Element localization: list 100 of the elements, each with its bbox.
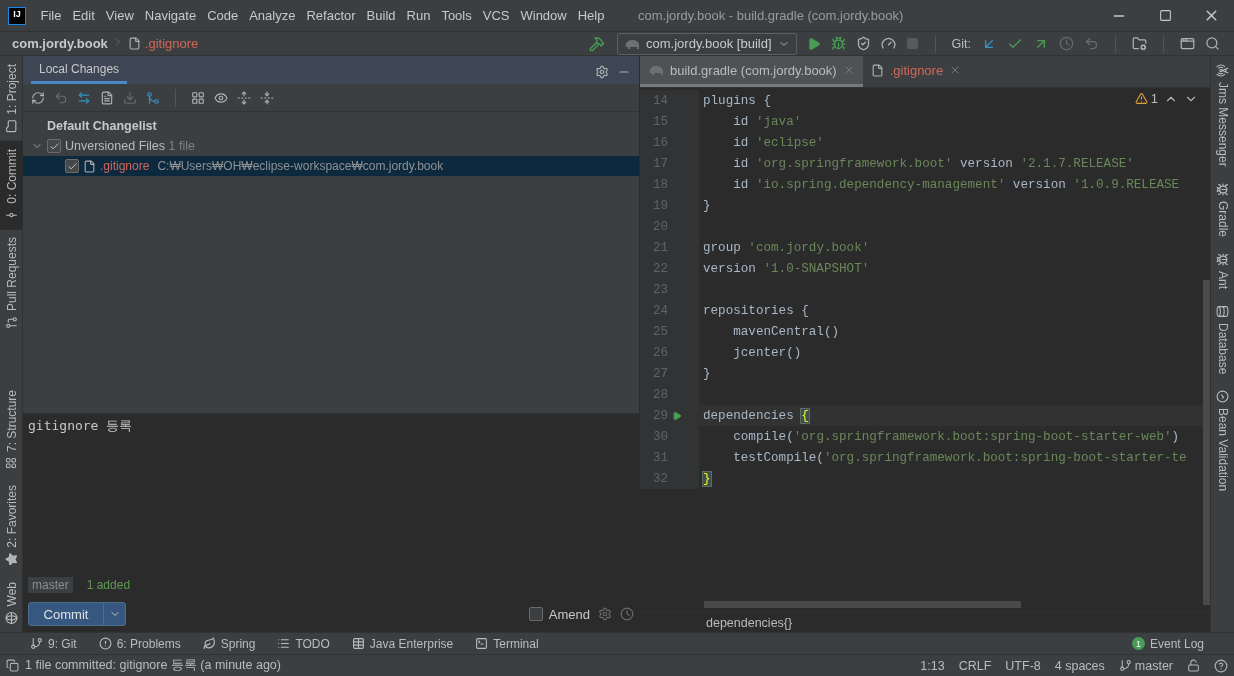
amend-label: Amend — [548, 606, 590, 622]
clock-icon[interactable] — [1059, 36, 1074, 51]
download-icon[interactable] — [123, 90, 137, 105]
git-label: Git: — [951, 36, 971, 51]
code-line: compile('org.springframework.boot:spring-boot-starter-web') — [732, 429, 1180, 444]
editor-tab[interactable]: .gitignore — [862, 56, 970, 87]
run-icon[interactable] — [806, 36, 821, 51]
checkbox[interactable] — [47, 139, 61, 153]
menu-item[interactable]: Tools — [435, 8, 478, 23]
menu-item[interactable]: Help — [572, 8, 610, 23]
menu-item[interactable]: Refactor — [300, 8, 362, 23]
tool-window-tab[interactable]: 2: Favorites — [0, 476, 23, 574]
leaf-icon — [202, 637, 216, 650]
grid-icon — [5, 456, 18, 469]
help-icon[interactable] — [1214, 658, 1228, 673]
shield-icon[interactable] — [855, 36, 871, 51]
folder-icon[interactable] — [1132, 36, 1147, 51]
checkbox[interactable] — [65, 159, 79, 173]
tool-window-tab[interactable]: Bean Validation — [1211, 382, 1234, 500]
settings-icon[interactable] — [595, 65, 609, 79]
window-icon[interactable] — [1180, 36, 1195, 51]
code-line: testCompile('org.springframework.boot:spring-boot-starter-te — [732, 450, 1187, 465]
menu-item[interactable]: File — [35, 8, 67, 23]
scrollbar[interactable] — [704, 601, 1021, 608]
hammer-icon[interactable] — [589, 35, 606, 52]
commit-message-field[interactable]: gitignore 등록 — [23, 414, 639, 574]
warning-count[interactable]: 1 — [1134, 91, 1158, 106]
panel-icon — [6, 659, 19, 672]
code-line: mavenCentral() — [732, 324, 840, 339]
tool-window-button[interactable]: TODO — [277, 636, 330, 651]
antenna-icon — [1216, 64, 1229, 77]
amend-checkbox[interactable] — [528, 607, 543, 621]
branch-icon — [1118, 659, 1132, 672]
gauge-icon[interactable] — [880, 36, 896, 51]
tool-window-tab[interactable]: Gradle — [1211, 174, 1234, 245]
bug-icon[interactable] — [830, 36, 846, 51]
scrollbar[interactable] — [1203, 280, 1210, 605]
tool-window-tab[interactable]: Web — [0, 573, 23, 632]
tool-window-button[interactable]: 6: Problems — [98, 636, 181, 651]
line-separator[interactable]: CRLF — [958, 658, 992, 673]
code-line: group 'com.jordy.book' — [702, 240, 870, 255]
tool-window-button[interactable]: Spring — [202, 636, 256, 651]
table-icon — [351, 637, 365, 650]
menu-item[interactable]: Code — [201, 8, 244, 23]
git-branch[interactable]: master — [1134, 658, 1173, 673]
tool-window-tab[interactable]: Pull Requests — [0, 229, 23, 338]
event-log-button[interactable]: 1 Event Log — [1131, 636, 1204, 651]
menu-item[interactable]: Edit — [66, 8, 101, 23]
menu-item[interactable]: VCS — [477, 8, 515, 23]
settings-icon[interactable] — [598, 607, 612, 621]
commit-button[interactable]: Commit — [29, 603, 103, 625]
code-line: } — [702, 366, 711, 381]
tool-window-button[interactable]: Terminal — [475, 636, 539, 651]
tool-window-tab[interactable]: 0: Commit — [0, 140, 23, 230]
menu-item[interactable]: Build — [361, 8, 401, 23]
code-breadcrumb[interactable]: dependencies{} — [706, 615, 793, 630]
tool-window-tab[interactable]: Jms Messenger — [1211, 56, 1234, 175]
eye-icon[interactable] — [214, 90, 228, 105]
undo-icon[interactable] — [54, 90, 68, 105]
editor-tab[interactable]: build.gradle (com.jordy.book) — [640, 56, 863, 87]
menu-item[interactable]: View — [100, 8, 140, 23]
tool-window-tab[interactable]: Ant — [1211, 244, 1234, 297]
collapse-icon[interactable] — [260, 90, 274, 105]
search-icon[interactable] — [1205, 36, 1220, 51]
menu-item[interactable]: Run — [401, 8, 436, 23]
refresh-icon[interactable] — [31, 90, 45, 105]
tool-window-tab[interactable]: 7: Structure — [0, 381, 23, 477]
expand-icon[interactable] — [237, 90, 251, 105]
undo-icon[interactable] — [1084, 36, 1099, 51]
menu-item[interactable]: Window — [514, 8, 573, 23]
menu-item[interactable]: Navigate — [139, 8, 202, 23]
menu-item[interactable]: Analyze — [243, 8, 301, 23]
tool-window-tab[interactable]: Database — [1211, 296, 1234, 383]
file-encoding[interactable]: UTF-8 — [1005, 658, 1041, 673]
tool-window-button[interactable]: 9: Git — [30, 636, 77, 651]
clock-icon[interactable] — [620, 607, 634, 621]
run-config-select[interactable]: com.jordy.book [build] — [617, 32, 797, 55]
lock-icon[interactable] — [1187, 659, 1200, 672]
code-line: plugins { — [702, 93, 772, 108]
merge-icon[interactable] — [146, 90, 160, 105]
arrows-icon[interactable] — [77, 90, 91, 105]
breadcrumb-file[interactable]: .gitignore — [144, 36, 199, 51]
file-row[interactable]: .gitignore C:₩Users₩OH₩eclipse-workspace₩com.jordy.book — [23, 156, 639, 176]
breadcrumb-project[interactable]: com.jordy.book — [12, 36, 108, 51]
indent-setting[interactable]: 4 spaces — [1054, 658, 1105, 673]
group-label: Unversioned Files 1 file — [65, 139, 195, 153]
document-icon[interactable] — [100, 90, 114, 105]
code-line: } — [702, 198, 711, 213]
check-circle-icon — [1216, 390, 1229, 404]
local-changes-tab[interactable]: Local Changes — [31, 62, 128, 84]
file-icon — [127, 37, 141, 50]
caret-position[interactable]: 1:13 — [920, 658, 945, 673]
bug-icon — [1216, 182, 1229, 196]
code-line: jcenter() — [732, 345, 802, 360]
maximize-icon[interactable] — [1158, 9, 1172, 22]
grid-icon[interactable] — [191, 90, 205, 105]
tool-window-button[interactable]: Java Enterprise — [351, 636, 454, 651]
bug-icon — [1216, 252, 1229, 266]
tool-window-tab[interactable]: 1: Project — [0, 56, 23, 141]
run-icon[interactable] — [672, 410, 682, 421]
